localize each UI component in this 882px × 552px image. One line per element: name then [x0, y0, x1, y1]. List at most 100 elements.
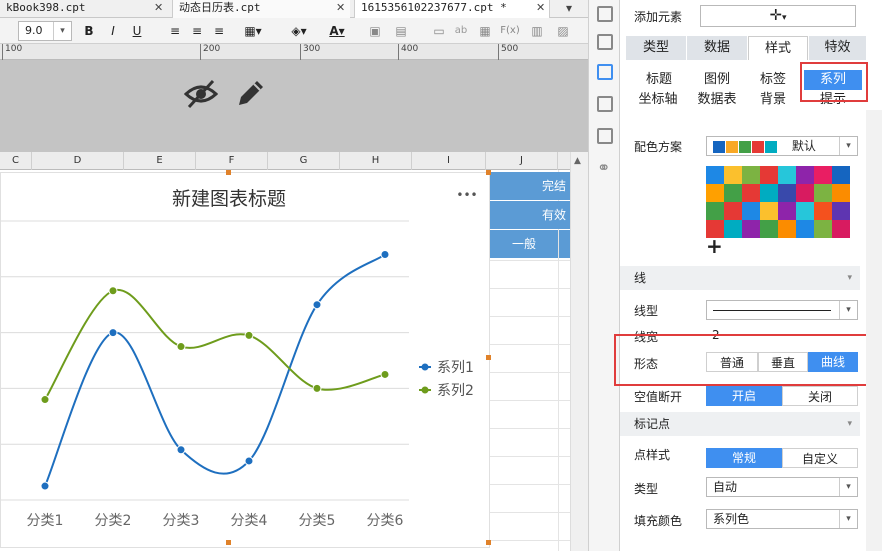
column-header[interactable]: I: [412, 152, 486, 170]
subtab-axis[interactable]: 坐标轴: [630, 92, 686, 108]
cell-completed[interactable]: 完结: [490, 172, 570, 200]
template-icon[interactable]: [597, 96, 613, 112]
marker-style-regular-button[interactable]: 常规: [706, 448, 782, 468]
palette-swatch[interactable]: [706, 184, 724, 202]
database-icon[interactable]: [597, 128, 613, 144]
border-icon[interactable]: ▦▾: [236, 22, 270, 40]
cell-valid[interactable]: 有效: [490, 201, 570, 229]
palette-swatch[interactable]: [796, 184, 814, 202]
vertical-scrollbar[interactable]: ▲: [570, 152, 588, 551]
palette-swatch[interactable]: [778, 202, 796, 220]
palette-swatch[interactable]: [832, 166, 850, 184]
section-line[interactable]: 线 ▾: [620, 266, 860, 290]
marker-type-select[interactable]: 自动 ▾: [706, 477, 858, 497]
doc-tab-1[interactable]: kBook398.cpt: [0, 0, 150, 18]
resize-handle[interactable]: [226, 170, 231, 175]
section-marker[interactable]: 标记点 ▾: [620, 412, 860, 436]
fill-color-icon[interactable]: ◈▾: [282, 22, 316, 40]
palette-swatch[interactable]: [760, 220, 778, 238]
close-icon[interactable]: ✕: [336, 0, 345, 16]
palette-swatch[interactable]: [760, 184, 778, 202]
shape-curve-button[interactable]: 曲线: [808, 352, 858, 372]
doc-tab-2[interactable]: 动态日历表.cpt: [172, 0, 350, 18]
line-chart[interactable]: 新建图表标题 ••• 分类1 分类2 分类3 分类4 分类5 分类6 系列1 系列2: [1, 173, 491, 549]
column-header[interactable]: G: [268, 152, 340, 170]
tab-effects[interactable]: 特效: [809, 36, 866, 60]
dropdown-icon[interactable]: ▾: [566, 0, 572, 16]
subtab-datasheet[interactable]: 数据表: [692, 92, 742, 108]
palette-swatch[interactable]: [832, 220, 850, 238]
subtab-title[interactable]: 标题: [634, 70, 684, 90]
subtab-background[interactable]: 背景: [748, 92, 798, 108]
subtab-series[interactable]: 系列: [804, 70, 862, 90]
chart-property-icon[interactable]: [597, 64, 613, 80]
column-header[interactable]: D: [32, 152, 124, 170]
add-element-button[interactable]: ✛▾: [700, 5, 856, 27]
palette-swatch[interactable]: [832, 202, 850, 220]
chart-container[interactable]: 新建图表标题 ••• 分类1 分类2 分类3 分类4 分类5 分类6 系列1 系列2: [0, 172, 490, 548]
tab-style[interactable]: 样式: [748, 36, 808, 60]
align-center-icon[interactable]: ≡: [188, 22, 206, 40]
column-header[interactable]: E: [124, 152, 196, 170]
shape-vertical-button[interactable]: 垂直: [758, 352, 808, 372]
color-scheme-select[interactable]: 默认 ▾: [706, 136, 858, 156]
add-color-button[interactable]: +: [706, 236, 723, 256]
subtab-tooltip[interactable]: 提示: [804, 92, 862, 108]
palette-swatch[interactable]: [814, 202, 832, 220]
palette-swatch[interactable]: [796, 202, 814, 220]
cell-normal[interactable]: 一般: [490, 230, 558, 258]
scroll-up-icon[interactable]: ▲: [574, 156, 581, 166]
palette-swatch[interactable]: [778, 166, 796, 184]
widget-icon[interactable]: [597, 34, 613, 50]
ab-button[interactable]: ab: [452, 22, 470, 40]
palette-swatch[interactable]: [814, 166, 832, 184]
palette-swatch[interactable]: [724, 184, 742, 202]
null-break-on-button[interactable]: 开启: [706, 386, 782, 406]
palette-swatch[interactable]: [778, 220, 796, 238]
palette-swatch[interactable]: [724, 220, 742, 238]
close-icon[interactable]: ✕: [154, 0, 163, 16]
doc-tab-3-active[interactable]: 1615356102237677.cpt *: [354, 0, 550, 18]
bold-button[interactable]: B: [80, 22, 98, 40]
palette-swatch[interactable]: [742, 166, 760, 184]
cell-attribute-icon[interactable]: [597, 6, 613, 22]
chart-icon[interactable]: ▥: [528, 22, 546, 40]
table-icon[interactable]: ▦: [476, 22, 494, 40]
underline-button[interactable]: U: [128, 22, 146, 40]
palette-swatch[interactable]: [814, 220, 832, 238]
align-right-icon[interactable]: ≡: [210, 22, 228, 40]
resize-handle[interactable]: [486, 355, 491, 360]
resize-handle[interactable]: [486, 540, 491, 545]
resize-handle[interactable]: [486, 170, 491, 175]
column-header[interactable]: H: [340, 152, 412, 170]
align-left-icon[interactable]: ≡: [166, 22, 184, 40]
formula-button[interactable]: F(x): [498, 22, 522, 40]
subtab-label[interactable]: 标签: [748, 70, 798, 90]
palette-grid[interactable]: [706, 166, 850, 238]
null-break-off-button[interactable]: 关闭: [782, 386, 858, 406]
palette-swatch[interactable]: [742, 220, 760, 238]
marker-style-custom-button[interactable]: 自定义: [782, 448, 858, 468]
picture-icon[interactable]: ▨: [554, 22, 572, 40]
palette-swatch[interactable]: [778, 184, 796, 202]
tab-data[interactable]: 数据: [687, 36, 747, 60]
cell-partial[interactable]: [559, 230, 570, 258]
eye-off-icon[interactable]: [184, 78, 218, 110]
palette-swatch[interactable]: [742, 184, 760, 202]
palette-swatch[interactable]: [706, 202, 724, 220]
palette-swatch[interactable]: [760, 166, 778, 184]
palette-swatch[interactable]: [814, 184, 832, 202]
palette-swatch[interactable]: [706, 166, 724, 184]
palette-swatch[interactable]: [760, 202, 778, 220]
line-type-select[interactable]: ▾: [706, 300, 858, 320]
column-header[interactable]: F: [196, 152, 268, 170]
resize-handle[interactable]: [226, 540, 231, 545]
panel-scrollbar[interactable]: [866, 110, 882, 551]
palette-swatch[interactable]: [724, 202, 742, 220]
palette-swatch[interactable]: [796, 220, 814, 238]
text-color-button[interactable]: A▾: [322, 22, 352, 40]
shape-normal-button[interactable]: 普通: [706, 352, 758, 372]
merge-icon[interactable]: ▣: [366, 22, 384, 40]
link-icon[interactable]: ⚭: [597, 158, 610, 177]
font-size-select[interactable]: 9.0 ▾: [18, 21, 72, 41]
